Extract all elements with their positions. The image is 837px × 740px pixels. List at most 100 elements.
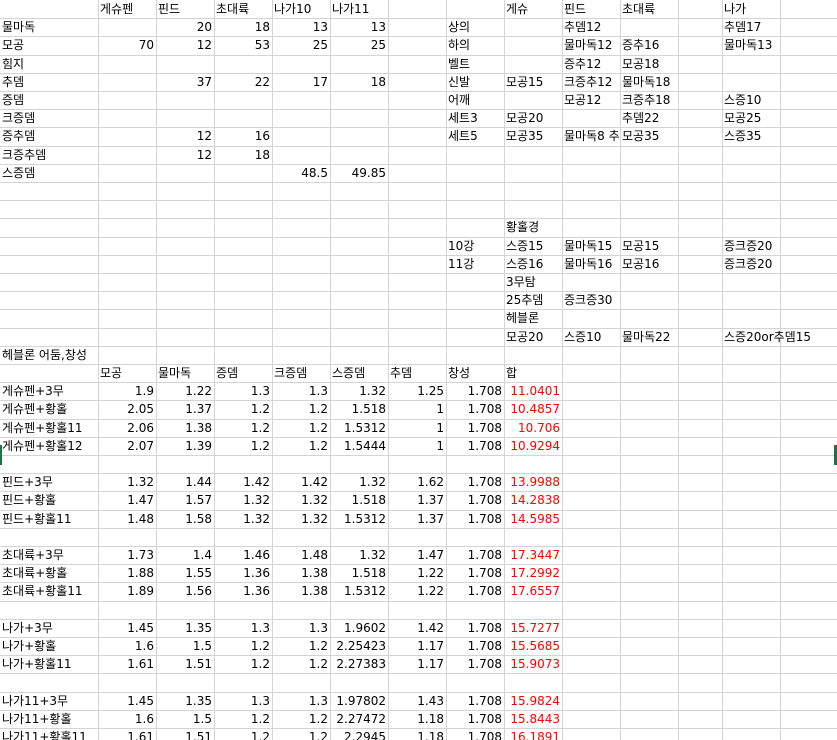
option-cell[interactable]: 스증15 bbox=[504, 238, 562, 256]
row-label[interactable]: 나가+3무 bbox=[0, 620, 98, 638]
value-cell[interactable]: 1.37 bbox=[388, 492, 446, 510]
value-cell[interactable]: 1.2 bbox=[272, 420, 330, 438]
value-cell[interactable]: 20 bbox=[156, 19, 214, 37]
value-cell[interactable]: 53 bbox=[214, 37, 272, 55]
value-cell[interactable]: 22 bbox=[214, 74, 272, 92]
value-cell[interactable]: 12 bbox=[156, 147, 214, 165]
value-cell[interactable]: 2.07 bbox=[98, 438, 156, 456]
sum-cell[interactable]: 15.7277 bbox=[504, 620, 562, 638]
option-cell[interactable]: 물마독22 bbox=[620, 329, 678, 347]
value-cell[interactable]: 1.46 bbox=[214, 547, 272, 565]
value-cell[interactable]: 1.36 bbox=[214, 583, 272, 601]
option-cell[interactable]: 모공15 bbox=[504, 74, 562, 92]
value-cell[interactable]: 13 bbox=[272, 19, 330, 37]
row-label[interactable]: 추뎀 bbox=[0, 74, 98, 92]
value-cell[interactable]: 1.32 bbox=[330, 383, 388, 401]
section-label[interactable]: 황홀경 bbox=[504, 219, 562, 237]
value-cell[interactable]: 1.2 bbox=[214, 729, 272, 740]
value-cell[interactable]: 1.42 bbox=[214, 474, 272, 492]
option-cell[interactable]: 모공20 bbox=[504, 329, 562, 347]
value-cell[interactable]: 1.708 bbox=[446, 511, 504, 529]
value-cell[interactable]: 1.4 bbox=[156, 547, 214, 565]
value-cell[interactable]: 1.708 bbox=[446, 401, 504, 419]
option-cell[interactable]: 모공12 bbox=[562, 92, 620, 110]
value-cell[interactable]: 1.38 bbox=[272, 565, 330, 583]
value-cell[interactable]: 1.708 bbox=[446, 729, 504, 740]
option-cell[interactable]: 모공25 bbox=[722, 110, 780, 128]
option-cell[interactable]: 추뎀12 bbox=[562, 19, 620, 37]
sum-cell[interactable]: 17.3447 bbox=[504, 547, 562, 565]
value-cell[interactable]: 1.38 bbox=[272, 583, 330, 601]
column-header[interactable]: 물마독 bbox=[156, 365, 214, 383]
value-cell[interactable]: 1.708 bbox=[446, 420, 504, 438]
option-cell[interactable]: 모공35 bbox=[504, 128, 562, 146]
sum-cell[interactable]: 15.8443 bbox=[504, 711, 562, 729]
option-cell[interactable]: 추뎀17 bbox=[722, 19, 780, 37]
row-label[interactable]: 벨트 bbox=[446, 56, 504, 74]
value-cell[interactable]: 12 bbox=[156, 37, 214, 55]
row-label[interactable]: 물마독 bbox=[0, 19, 98, 37]
sum-cell[interactable]: 14.2838 bbox=[504, 492, 562, 510]
option-cell[interactable]: 모공18 bbox=[620, 56, 678, 74]
value-cell[interactable]: 1.88 bbox=[98, 565, 156, 583]
value-cell[interactable]: 1.708 bbox=[446, 565, 504, 583]
value-cell[interactable]: 1.518 bbox=[330, 401, 388, 419]
column-header[interactable]: 게슈펜 bbox=[98, 1, 156, 19]
column-header[interactable]: 나가10 bbox=[272, 1, 330, 19]
option-cell[interactable]: 크증추18 bbox=[620, 92, 678, 110]
sum-cell[interactable]: 11.0401 bbox=[504, 383, 562, 401]
column-header[interactable]: 초대륙 bbox=[214, 1, 272, 19]
row-label[interactable]: 나가+황홀 bbox=[0, 638, 98, 656]
option-cell[interactable]: 물마독15 bbox=[562, 238, 620, 256]
value-cell[interactable]: 1.2 bbox=[214, 420, 272, 438]
row-label[interactable]: 핀드+황홀11 bbox=[0, 511, 98, 529]
value-cell[interactable]: 1.6 bbox=[98, 711, 156, 729]
column-header[interactable]: 게슈 bbox=[504, 1, 562, 19]
value-cell[interactable]: 25 bbox=[330, 37, 388, 55]
value-cell[interactable]: 1.708 bbox=[446, 474, 504, 492]
value-cell[interactable]: 1.708 bbox=[446, 438, 504, 456]
option-cell[interactable]: 스증10 bbox=[562, 329, 620, 347]
row-label[interactable]: 크증뎀 bbox=[0, 110, 98, 128]
row-label[interactable]: 핀드+3무 bbox=[0, 474, 98, 492]
value-cell[interactable]: 2.27383 bbox=[330, 656, 388, 674]
row-label[interactable]: 게슈펜+3무 bbox=[0, 383, 98, 401]
row-label[interactable]: 게슈펜+황홀12 bbox=[0, 438, 98, 456]
column-header[interactable]: 나가 bbox=[722, 1, 780, 19]
value-cell[interactable]: 1.36 bbox=[214, 565, 272, 583]
value-cell[interactable]: 1.43 bbox=[388, 693, 446, 711]
value-cell[interactable]: 1.2 bbox=[272, 656, 330, 674]
value-cell[interactable]: 1.45 bbox=[98, 620, 156, 638]
value-cell[interactable]: 2.25423 bbox=[330, 638, 388, 656]
value-cell[interactable]: 18 bbox=[214, 19, 272, 37]
row-label[interactable]: 초대륙+황홀 bbox=[0, 565, 98, 583]
value-cell[interactable]: 2.27472 bbox=[330, 711, 388, 729]
row-label[interactable]: 게슈펜+황홀11 bbox=[0, 420, 98, 438]
value-cell[interactable]: 1.2 bbox=[272, 638, 330, 656]
section-label[interactable]: 3무탐 bbox=[504, 274, 562, 292]
row-label[interactable]: 상의 bbox=[446, 19, 504, 37]
column-header[interactable]: 크증뎀 bbox=[272, 365, 330, 383]
option-cell[interactable]: 물마독8 추 bbox=[562, 128, 620, 146]
value-cell[interactable]: 1.518 bbox=[330, 492, 388, 510]
value-cell[interactable]: 1.17 bbox=[388, 656, 446, 674]
column-header[interactable]: 증뎀 bbox=[214, 365, 272, 383]
value-cell[interactable]: 1.48 bbox=[98, 511, 156, 529]
value-cell[interactable]: 1.56 bbox=[156, 583, 214, 601]
value-cell[interactable]: 1.2 bbox=[214, 401, 272, 419]
value-cell[interactable]: 1.32 bbox=[214, 511, 272, 529]
value-cell[interactable]: 1.3 bbox=[214, 383, 272, 401]
value-cell[interactable]: 1.3 bbox=[214, 693, 272, 711]
option-cell[interactable]: 물마독18 bbox=[620, 74, 678, 92]
row-label[interactable]: 스증뎀 bbox=[0, 165, 98, 183]
option-cell[interactable]: 증크증30 bbox=[562, 292, 620, 310]
value-cell[interactable]: 1.708 bbox=[446, 492, 504, 510]
sum-cell[interactable]: 16.1891 bbox=[504, 729, 562, 740]
value-cell[interactable]: 1 bbox=[388, 420, 446, 438]
option-cell[interactable]: 모공16 bbox=[620, 256, 678, 274]
sum-cell[interactable]: 10.706 bbox=[504, 420, 562, 438]
section-title[interactable]: 헤블론 어둠,창성 bbox=[0, 347, 98, 365]
value-cell[interactable]: 2.2945 bbox=[330, 729, 388, 740]
value-cell[interactable]: 1 bbox=[388, 401, 446, 419]
row-label[interactable]: 신발 bbox=[446, 74, 504, 92]
